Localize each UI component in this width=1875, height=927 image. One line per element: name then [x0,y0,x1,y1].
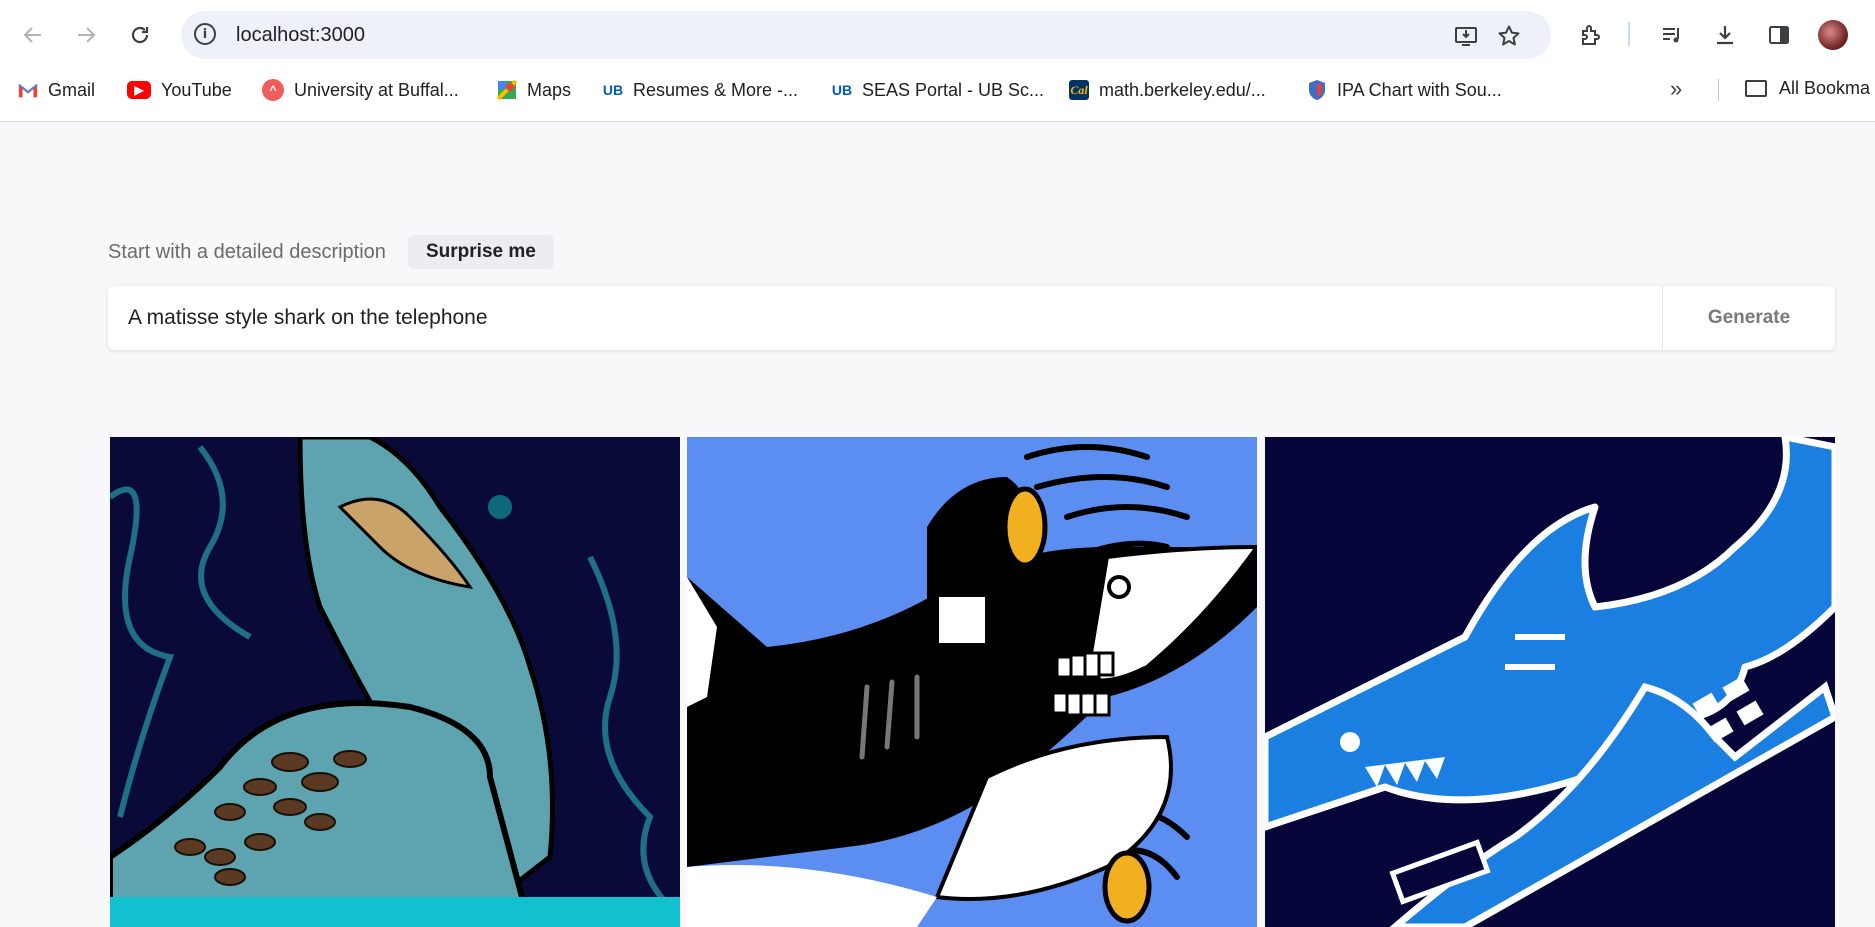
profile-avatar[interactable] [1818,20,1848,50]
toolbar-divider [1628,22,1630,46]
ub-icon: ^ [262,79,284,101]
youtube-icon: ▶ [127,81,151,99]
surprise-me-button[interactable]: Surprise me [408,235,554,269]
bookmark-star-icon[interactable] [1496,23,1522,49]
bookmark-ipa-chart[interactable]: IPA Chart with Sou... [1307,74,1502,106]
gmail-icon [18,80,38,100]
shield-icon [1307,80,1327,100]
cal-icon: Cal [1069,80,1089,100]
prompt-input[interactable] [108,286,1662,350]
all-bookmarks-label[interactable]: All Bookma [1779,78,1870,99]
install-app-icon[interactable] [1453,23,1479,49]
downloads-icon[interactable] [1707,17,1743,53]
bookmark-gmail[interactable]: Gmail [18,74,95,106]
bookmark-math-berkeley[interactable]: Cal math.berkeley.edu/... [1069,74,1266,106]
generate-button[interactable]: Generate [1663,286,1835,350]
address-bar[interactable]: i localhost:3000 [181,11,1551,59]
browser-chrome: i localhost:3000 Gmail ▶ YouTube ^ Unive… [0,0,1875,122]
maps-icon [497,80,517,100]
prompt-form: Generate [108,286,1835,350]
bookmark-youtube[interactable]: ▶ YouTube [127,74,232,106]
bookmarks-overflow-icon[interactable]: » [1670,76,1682,102]
site-info-icon[interactable]: i [194,23,216,45]
side-panel-icon[interactable] [1761,17,1797,53]
bookmark-seas-portal[interactable]: UB SEAS Portal - UB Sc... [832,74,1044,106]
generated-image-1[interactable] [110,437,680,927]
folder-icon[interactable] [1745,80,1767,97]
ub-logo-icon: UB [602,82,624,98]
generated-image-3[interactable] [1265,437,1835,927]
bookmark-resumes[interactable]: UB Resumes & More -... [603,74,798,106]
forward-arrow-icon[interactable] [68,17,104,53]
address-url[interactable]: localhost:3000 [236,24,365,47]
bookmarks-divider [1718,79,1719,101]
bookmark-maps[interactable]: Maps [497,74,571,106]
extensions-icon[interactable] [1573,17,1609,53]
bookmark-ub[interactable]: ^ University at Buffal... [262,74,459,106]
generated-image-2[interactable] [687,437,1257,927]
ub-logo-icon: UB [831,82,853,98]
back-arrow-icon[interactable] [15,17,51,53]
media-control-icon[interactable] [1654,17,1690,53]
prompt-label: Start with a detailed description [108,241,386,263]
bookmarks-bar: Gmail ▶ YouTube ^ University at Buffal..… [0,74,1875,106]
reload-icon[interactable] [122,17,158,53]
